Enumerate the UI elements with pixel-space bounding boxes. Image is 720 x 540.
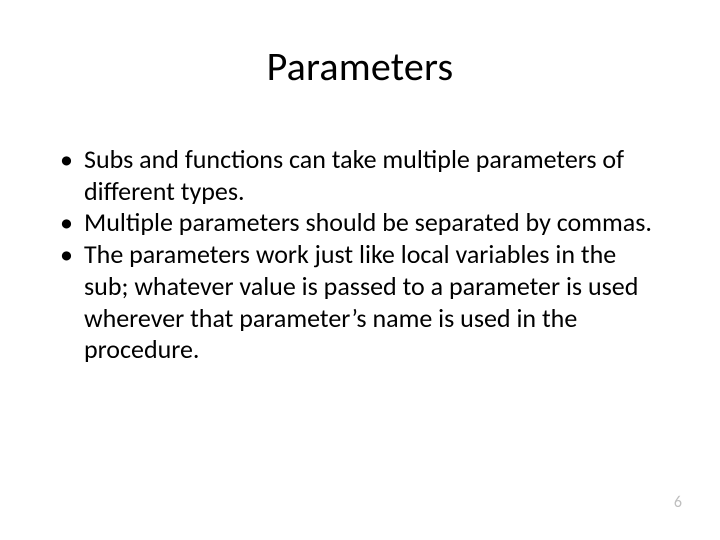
bullet-text: The parameters work just like local vari… — [84, 238, 638, 365]
list-item: Multiple parameters should be separated … — [54, 207, 666, 239]
slide: Parameters Subs and functions can take m… — [0, 0, 720, 540]
slide-body: Subs and functions can take multiple par… — [54, 144, 666, 366]
bullet-text: Subs and functions can take multiple par… — [84, 143, 624, 207]
list-item: Subs and functions can take multiple par… — [54, 144, 666, 207]
bullet-text: Multiple parameters should be separated … — [84, 206, 652, 238]
list-item: The parameters work just like local vari… — [54, 239, 666, 366]
page-number: 6 — [674, 493, 682, 512]
slide-title: Parameters — [0, 42, 720, 91]
bullet-list: Subs and functions can take multiple par… — [54, 144, 666, 366]
